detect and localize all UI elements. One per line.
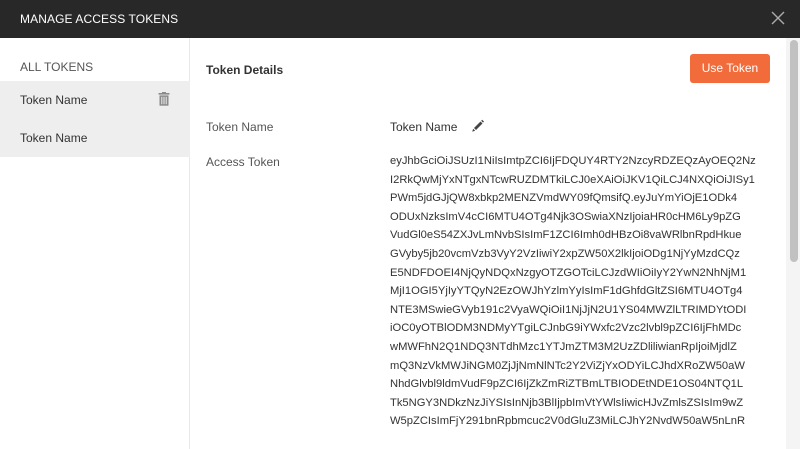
token-line: I2RkQwMjYxNTgxNTcwRUZDMTkiLCJ0eXAiOiJKV1…	[390, 173, 755, 186]
token-line: VudGl0eS54ZXJvLmNvbSIsImF1ZCI6Imh0dHBzOi…	[390, 229, 742, 242]
token-sidebar: ALL TOKENS Token Name Token Name	[0, 38, 190, 449]
token-line: mQ3NzVkMWJiNGM0ZjJjNmNlNTc2Y2ViZjYxODYiL…	[390, 359, 745, 372]
token-line: MjI1OGI5YjIyYTQyN2EzOWJhYzlmYyIsImF1dGhf…	[390, 285, 743, 298]
vertical-scrollbar[interactable]	[786, 38, 800, 449]
token-line: wMWFhN2Q1NDQ3NTdhMzc1YTJmZTM3M2UzZDliliw…	[390, 340, 737, 353]
token-line: iOC0yOTBlODM3NDMyYTgiLCJnbG9iYWxfc2Vzc2l…	[390, 322, 742, 335]
token-line: eyJhbGciOiJSUzI1NiIsImtpZCI6IjFDQUY4RTY2…	[390, 155, 756, 167]
token-line: ODUxNzksImV4cCI6MTU4OTg4Njk3OSwiaXNzIjoi…	[390, 210, 741, 223]
manage-access-tokens-window: MANAGE ACCESS TOKENS ALL TOKENS Token Na…	[0, 0, 800, 449]
title-bar: MANAGE ACCESS TOKENS	[0, 0, 800, 38]
access-token-value: eyJhbGciOiJSUzI1NiIsImtpZCI6IjFDQUY4RTY2…	[390, 152, 772, 431]
sidebar-item-token-1[interactable]: Token Name	[0, 81, 190, 119]
token-line: E5NDFDOEI4NjQyNDQxNzgyOTZGOTciLCJzdWIiOi…	[390, 266, 747, 279]
sidebar-item-token-2[interactable]: Token Name	[0, 119, 190, 157]
token-line: W5pZCIsImFjY291bnRpbmcuc2V0dGluZ3MiLCJhY…	[390, 415, 746, 428]
token-name-label: Token Name	[206, 120, 274, 134]
scrollbar-thumb[interactable]	[790, 40, 798, 262]
token-line: NhdGlvbl9ldmVudF9pZCI6IjZkZmRiZTBmLTBIOD…	[390, 378, 744, 391]
token-line: PWm5jdGJjQW8xbkp2MENZVmdWY09fQmsifQ.eyJu…	[390, 192, 738, 205]
token-line: Tk5NGY3NDkzNzJiYSIsInNjb3BlIjpbImVtYWlsI…	[390, 396, 744, 409]
window-title: MANAGE ACCESS TOKENS	[20, 12, 179, 26]
token-details-panel: Token Details Use Token Token Name Token…	[190, 38, 786, 449]
close-icon[interactable]	[768, 8, 788, 28]
trash-icon[interactable]	[158, 92, 170, 106]
access-token-label: Access Token	[206, 155, 280, 169]
use-token-button[interactable]: Use Token	[690, 54, 770, 83]
pencil-icon[interactable]	[471, 119, 484, 132]
all-tokens-heading: ALL TOKENS	[20, 60, 94, 74]
token-line: GVyby5jb20vcmVzb3VyY2VzIiwiY2xpZW50X2lkI…	[390, 247, 740, 260]
sidebar-item-label: Token Name	[20, 131, 88, 145]
token-name-value: Token Name	[390, 120, 458, 134]
token-details-heading: Token Details	[206, 63, 284, 77]
token-line: NTE3MSwieGVyb191c2VyaWQiOiI1NjJjN2U1YS04…	[390, 303, 747, 316]
sidebar-item-label: Token Name	[20, 93, 88, 107]
